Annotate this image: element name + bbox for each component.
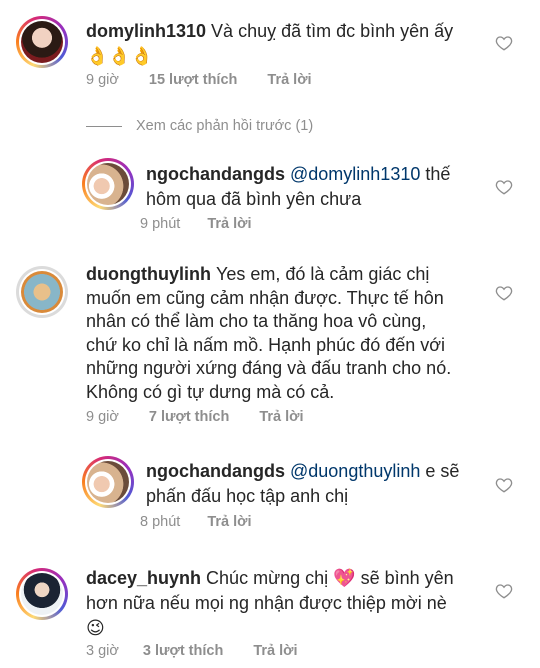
reply-button[interactable]: Trả lời: [259, 409, 303, 425]
comment-meta: 3 giờ 3 lượt thích Trả lời: [86, 643, 298, 659]
comment-text: domylinh1310 Và chuỵ đã tìm đc bình yên ấ…: [86, 21, 454, 67]
divider: [86, 125, 122, 127]
profile-photo: [21, 21, 63, 63]
comment-meta: 9 phút Trả lời: [140, 216, 252, 232]
timestamp: 9 giờ: [86, 72, 119, 88]
avatar[interactable]: [16, 16, 68, 68]
comment-meta: 9 giờ 15 lượt thích Trả lời: [86, 72, 312, 88]
avatar[interactable]: [16, 568, 68, 620]
mention[interactable]: @domylinh1310: [290, 164, 420, 184]
profile-photo: [87, 163, 129, 205]
comment-meta: 8 phút Trả lời: [140, 514, 252, 530]
timestamp: 8 phút: [140, 514, 181, 530]
profile-photo: [21, 573, 63, 615]
username[interactable]: ngochandangds: [146, 164, 285, 184]
avatar[interactable]: [82, 456, 134, 508]
reply-button[interactable]: Trả lời: [267, 72, 311, 88]
avatar[interactable]: [82, 158, 134, 210]
timestamp: 9 phút: [140, 216, 181, 232]
timestamp: 3 giờ: [86, 643, 119, 659]
comment-text: dacey_huynh Chúc mừng chị 💖 sẽ bình yên h…: [86, 568, 454, 639]
emoji: 👌👌👌: [86, 46, 154, 67]
comment-text: duongthuylinh Yes em, đó là cảm giác chị …: [86, 264, 452, 402]
reply-button[interactable]: Trả lời: [253, 643, 297, 659]
heart-outline-icon[interactable]: [495, 284, 513, 302]
reply-button[interactable]: Trả lời: [207, 514, 251, 530]
avatar: [16, 266, 68, 318]
profile-photo: [87, 461, 129, 503]
wink-emoji: 😉: [86, 618, 105, 639]
comment-text: ngochandangds @duongthuylinh e sẽ phấn đấ…: [146, 461, 460, 506]
reply-button[interactable]: Trả lời: [207, 216, 251, 232]
view-previous-replies[interactable]: Xem các phản hồi trước (1): [86, 118, 313, 134]
likes-count[interactable]: 3 lượt thích: [143, 643, 223, 659]
username[interactable]: ngochandangds: [146, 461, 285, 481]
heart-outline-icon[interactable]: [495, 582, 513, 600]
username[interactable]: domylinh1310: [86, 21, 206, 41]
comment-text: ngochandangds @domylinh1310 thế hôm qua đ…: [146, 164, 451, 209]
likes-count[interactable]: 15 lượt thích: [149, 72, 238, 88]
mention[interactable]: @duongthuylinh: [290, 461, 420, 481]
profile-photo: [21, 271, 63, 313]
heart-emoji: 💖: [333, 568, 356, 589]
username[interactable]: duongthuylinh: [86, 264, 211, 284]
comment-meta: 9 giờ 7 lượt thích Trả lời: [86, 409, 304, 425]
heart-outline-icon[interactable]: [495, 178, 513, 196]
username[interactable]: dacey_huynh: [86, 568, 201, 588]
heart-outline-icon[interactable]: [495, 34, 513, 52]
timestamp: 9 giờ: [86, 409, 119, 425]
likes-count[interactable]: 7 lượt thích: [149, 409, 229, 425]
heart-outline-icon[interactable]: [495, 476, 513, 494]
